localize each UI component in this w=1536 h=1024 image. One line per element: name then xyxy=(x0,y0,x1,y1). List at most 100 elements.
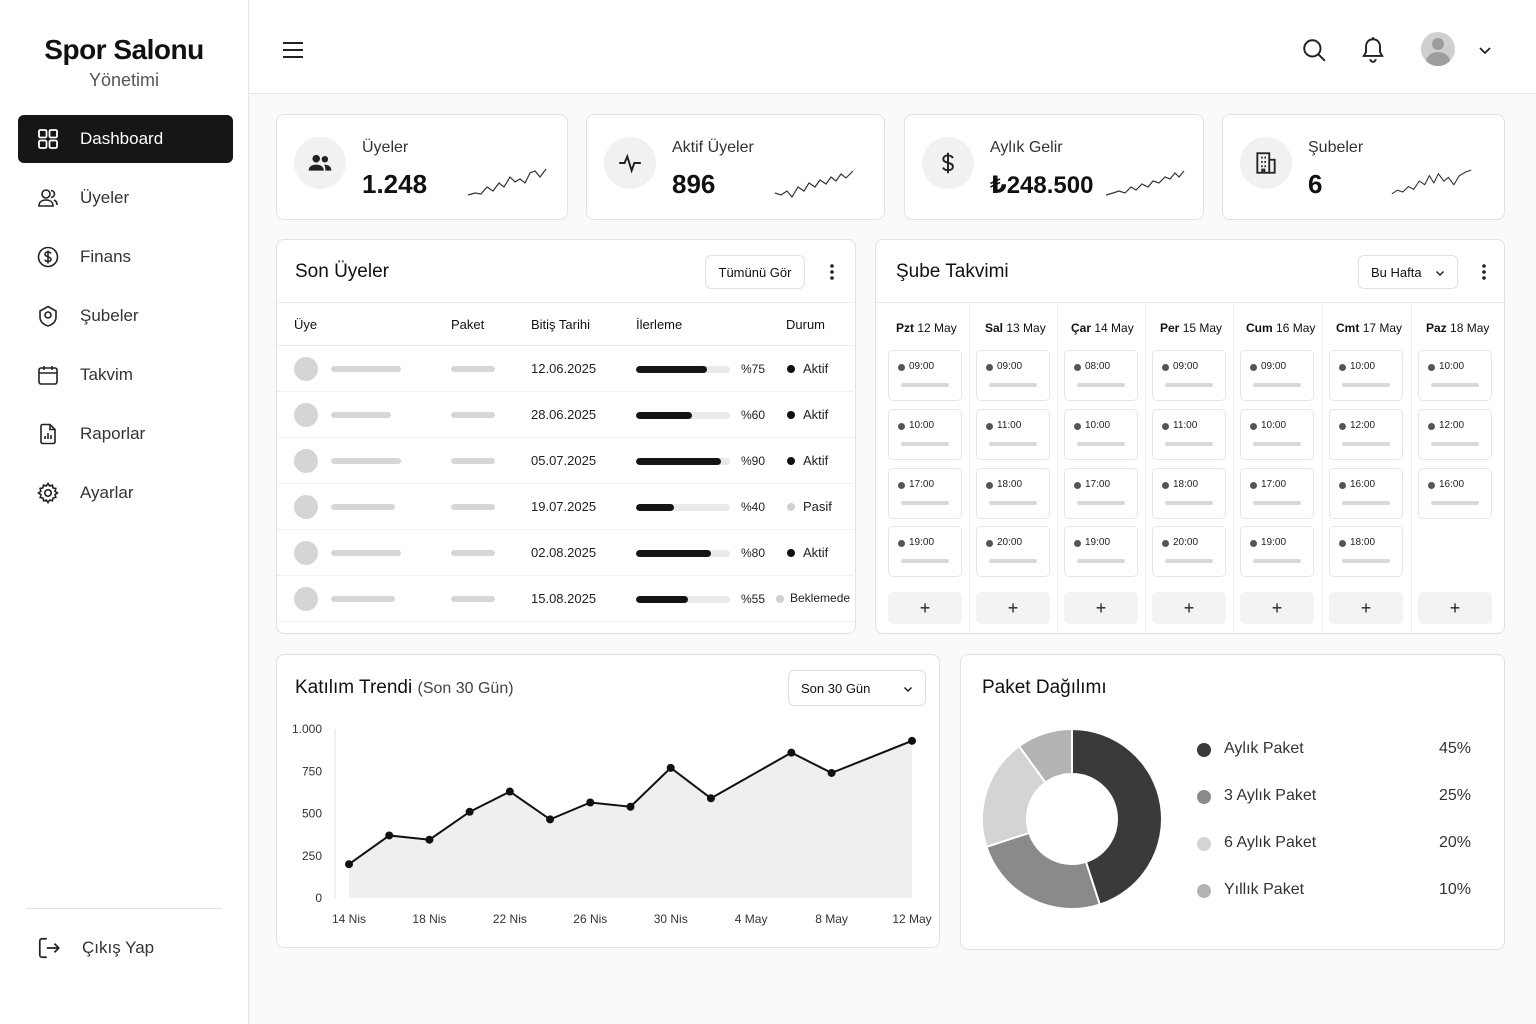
add-slot-button[interactable]: + xyxy=(1152,592,1226,624)
schedule-slot[interactable]: 18:00 xyxy=(976,468,1050,519)
menu-icon[interactable] xyxy=(281,38,305,62)
member-name-placeholder xyxy=(331,458,401,464)
stat-card-monthly-revenue[interactable]: Aylık Gelir ₺248.500 xyxy=(904,114,1204,220)
sidebar: Spor Salonu Yönetimi Dashboard Üyeler Fi… xyxy=(0,0,249,1024)
users-icon xyxy=(294,137,346,189)
schedule-slot[interactable]: 10:00 xyxy=(888,409,962,460)
slot-placeholder xyxy=(1165,559,1213,563)
legend-value: 25% xyxy=(1438,787,1471,804)
schedule-slot[interactable]: 09:00 xyxy=(1152,350,1226,401)
view-all-button[interactable]: Tümünü Gör xyxy=(705,255,805,289)
table-row[interactable]: 28.06.2025 %60 Aktif xyxy=(277,392,856,438)
search-icon[interactable] xyxy=(1301,37,1327,63)
avatar[interactable] xyxy=(1421,32,1455,66)
data-point xyxy=(345,860,353,869)
add-slot-button[interactable]: + xyxy=(976,592,1050,624)
progress-bar xyxy=(636,458,730,465)
schedule-slot[interactable]: 12:00 xyxy=(1418,409,1492,460)
bell-icon[interactable] xyxy=(1360,36,1386,64)
slot-time: 10:00 xyxy=(1439,361,1465,372)
schedule-slot[interactable]: 19:00 xyxy=(1240,526,1314,577)
schedule-slot[interactable]: 17:00 xyxy=(1240,468,1314,519)
add-slot-button[interactable]: + xyxy=(888,592,962,624)
table-row[interactable]: 02.08.2025 %80 Aktif xyxy=(277,530,856,576)
attendance-trend-panel: Katılım Trendi (Son 30 Gün) Son 30 Gün 0… xyxy=(276,654,940,948)
week-range-select[interactable]: Bu Hafta xyxy=(1358,255,1458,289)
slot-dot xyxy=(1074,423,1081,430)
slot-dot xyxy=(898,364,905,371)
schedule-slot[interactable]: 20:00 xyxy=(976,526,1050,577)
chevron-down-icon[interactable] xyxy=(1477,42,1493,58)
stat-card-active-members[interactable]: Aktif Üyeler 896 xyxy=(586,114,885,220)
day-name: Pzt xyxy=(896,321,914,335)
sidebar-item-dashboard[interactable]: Dashboard xyxy=(18,115,233,163)
sidebar-item-calendar[interactable]: Takvim xyxy=(18,351,233,399)
stat-card-members[interactable]: Üyeler 1.248 xyxy=(276,114,568,220)
slot-placeholder xyxy=(901,442,949,446)
sidebar-item-finance[interactable]: Finans xyxy=(18,233,233,281)
schedule-slot[interactable]: 16:00 xyxy=(1329,468,1403,519)
schedule-slot[interactable]: 12:00 xyxy=(1329,409,1403,460)
schedule-slot[interactable]: 09:00 xyxy=(1240,350,1314,401)
schedule-slot[interactable]: 11:00 xyxy=(1152,409,1226,460)
schedule-slot[interactable]: 10:00 xyxy=(1329,350,1403,401)
end-date: 28.06.2025 xyxy=(531,407,597,422)
slot-placeholder xyxy=(1342,442,1390,446)
add-slot-button[interactable]: + xyxy=(1240,592,1314,624)
schedule-slot[interactable]: 11:00 xyxy=(976,409,1050,460)
logout-button[interactable]: Çıkış Yap xyxy=(36,930,154,966)
schedule-slot[interactable]: 08:00 xyxy=(1064,350,1138,401)
slot-dot xyxy=(1250,423,1257,430)
avatar xyxy=(294,357,318,381)
schedule-slot[interactable]: 18:00 xyxy=(1152,468,1226,519)
end-date: 15.08.2025 xyxy=(531,591,597,606)
column-divider xyxy=(1145,302,1146,632)
stat-card-branches[interactable]: Şubeler 6 xyxy=(1222,114,1505,220)
schedule-slot[interactable]: 19:00 xyxy=(888,526,962,577)
schedule-slot[interactable]: 17:00 xyxy=(888,468,962,519)
schedule-slot[interactable]: 10:00 xyxy=(1064,409,1138,460)
data-point xyxy=(385,831,394,840)
schedule-slot[interactable]: 19:00 xyxy=(1064,526,1138,577)
more-icon[interactable] xyxy=(822,262,842,282)
brand: Spor Salonu Yönetimi xyxy=(0,0,248,91)
sidebar-item-label: Üyeler xyxy=(80,188,130,207)
schedule-slot[interactable]: 16:00 xyxy=(1418,468,1492,519)
progress-bar xyxy=(636,504,730,511)
table-row[interactable]: 15.08.2025 %55 Beklemede xyxy=(277,576,856,622)
day-date: 13 May xyxy=(1006,321,1046,335)
column-header: Bitiş Tarihi xyxy=(531,317,591,332)
schedule-slot[interactable]: 09:00 xyxy=(976,350,1050,401)
column-header: Paket xyxy=(451,317,485,332)
progress-percent: %60 xyxy=(741,408,766,422)
avatar xyxy=(294,541,318,565)
more-icon[interactable] xyxy=(1474,262,1494,282)
select-value: Bu Hafta xyxy=(1371,264,1422,280)
column-divider xyxy=(969,302,970,632)
table-row[interactable]: 12.06.2025 %75 Aktif xyxy=(277,346,856,392)
table-row[interactable]: 19.07.2025 %40 Pasif xyxy=(277,484,856,530)
schedule-slot[interactable]: 09:00 xyxy=(888,350,962,401)
schedule-slot[interactable]: 17:00 xyxy=(1064,468,1138,519)
slot-dot xyxy=(1428,364,1435,371)
sidebar-item-members[interactable]: Üyeler xyxy=(18,174,233,222)
legend-swatch xyxy=(1197,790,1211,804)
progress-percent: %75 xyxy=(741,362,766,376)
slot-dot xyxy=(898,540,905,547)
add-slot-button[interactable]: + xyxy=(1329,592,1403,624)
slot-dot xyxy=(1162,482,1169,489)
sidebar-item-reports[interactable]: Raporlar xyxy=(18,410,233,458)
legend-value: 20% xyxy=(1438,834,1471,851)
schedule-slot[interactable]: 20:00 xyxy=(1152,526,1226,577)
add-slot-button[interactable]: + xyxy=(1064,592,1138,624)
status-dot xyxy=(776,595,784,603)
schedule-slot[interactable]: 10:00 xyxy=(1418,350,1492,401)
schedule-slot[interactable]: 10:00 xyxy=(1240,409,1314,460)
table-row[interactable]: 05.07.2025 %90 Aktif xyxy=(277,438,856,484)
slot-dot xyxy=(1428,482,1435,489)
sidebar-item-branches[interactable]: Şubeler xyxy=(18,292,233,340)
add-slot-button[interactable]: + xyxy=(1418,592,1492,624)
sidebar-item-settings[interactable]: Ayarlar xyxy=(18,469,233,517)
slot-dot xyxy=(1428,423,1435,430)
schedule-slot[interactable]: 18:00 xyxy=(1329,526,1403,577)
